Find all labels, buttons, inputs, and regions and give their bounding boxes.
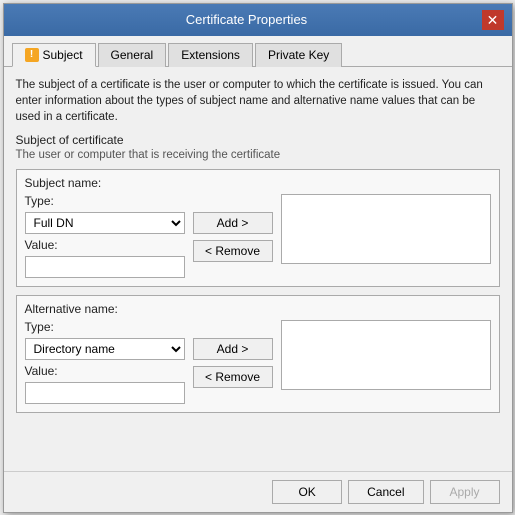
subject-value-label: Value: (25, 238, 185, 252)
subject-type-label: Type: (25, 194, 185, 208)
tab-subject[interactable]: ! Subject (12, 43, 96, 67)
alt-name-group: Alternative name: Type: Directory name D… (16, 295, 500, 413)
alt-mid-col: Add > < Remove (193, 320, 273, 388)
subject-name-group: Subject name: Type: Full DN Common name … (16, 169, 500, 287)
apply-button[interactable]: Apply (430, 480, 500, 504)
alt-list-box[interactable] (281, 320, 491, 390)
alt-value-label: Value: (25, 364, 185, 378)
alt-type-label: Type: (25, 320, 185, 334)
warning-icon: ! (25, 48, 39, 62)
dialog-body: The subject of a certificate is the user… (4, 67, 512, 471)
alt-add-button[interactable]: Add > (193, 338, 273, 360)
tab-extensions[interactable]: Extensions (168, 43, 253, 67)
close-button[interactable]: ✕ (482, 10, 504, 30)
alt-value-input[interactable] (25, 382, 185, 404)
subject-left-col: Type: Full DN Common name Country Locali… (25, 194, 185, 278)
tab-private-key[interactable]: Private Key (255, 43, 342, 67)
subject-value-input[interactable] (25, 256, 185, 278)
subject-add-button[interactable]: Add > (193, 212, 273, 234)
title-bar: Certificate Properties ✕ (4, 4, 512, 36)
subject-type-select[interactable]: Full DN Common name Country Locality Org… (25, 212, 185, 234)
alt-type-select[interactable]: Directory name DNS Email IP address URI … (25, 338, 185, 360)
subject-mid-col: Add > < Remove (193, 194, 273, 262)
subject-remove-button[interactable]: < Remove (193, 240, 273, 262)
section-title: Subject of certificate (16, 133, 500, 147)
alt-remove-button[interactable]: < Remove (193, 366, 273, 388)
description-text: The subject of a certificate is the user… (16, 77, 500, 125)
certificate-properties-dialog: Certificate Properties ✕ ! Subject Gener… (3, 3, 513, 513)
tab-general[interactable]: General (98, 43, 167, 67)
subject-list-box[interactable] (281, 194, 491, 264)
alt-name-label: Alternative name: (25, 302, 491, 316)
subject-name-label: Subject name: (25, 176, 491, 190)
cancel-button[interactable]: Cancel (348, 480, 423, 504)
ok-button[interactable]: OK (272, 480, 342, 504)
tab-bar: ! Subject General Extensions Private Key (4, 36, 512, 67)
dialog-footer: OK Cancel Apply (4, 471, 512, 512)
alt-left-col: Type: Directory name DNS Email IP addres… (25, 320, 185, 404)
section-subtitle: The user or computer that is receiving t… (16, 149, 500, 161)
dialog-title: Certificate Properties (12, 12, 482, 27)
subject-name-row: Type: Full DN Common name Country Locali… (25, 194, 491, 278)
alt-name-row: Type: Directory name DNS Email IP addres… (25, 320, 491, 404)
